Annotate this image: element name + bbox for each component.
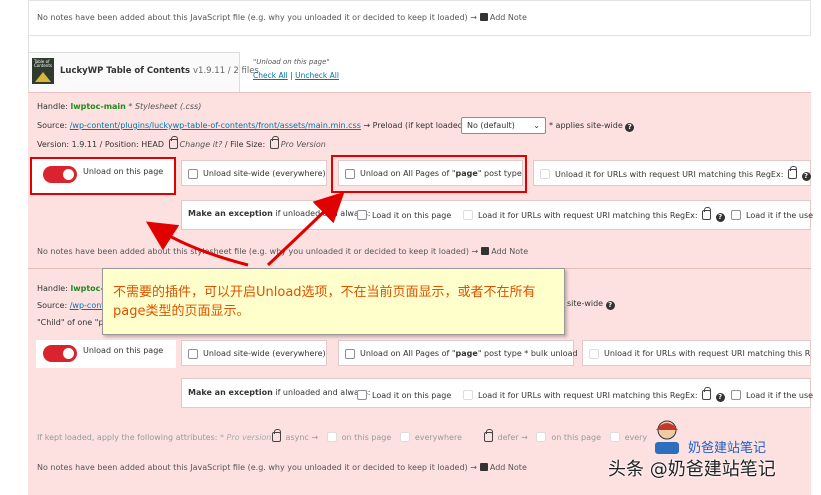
annotation-arrows [145, 191, 345, 267]
watermark-large: 头条 @奶爸建站笔记 [608, 459, 776, 480]
arrow-icon [145, 221, 249, 267]
avatar [655, 420, 679, 454]
arrow-icon [266, 191, 345, 267]
watermark-small: 奶爸建站笔记 [688, 441, 767, 456]
